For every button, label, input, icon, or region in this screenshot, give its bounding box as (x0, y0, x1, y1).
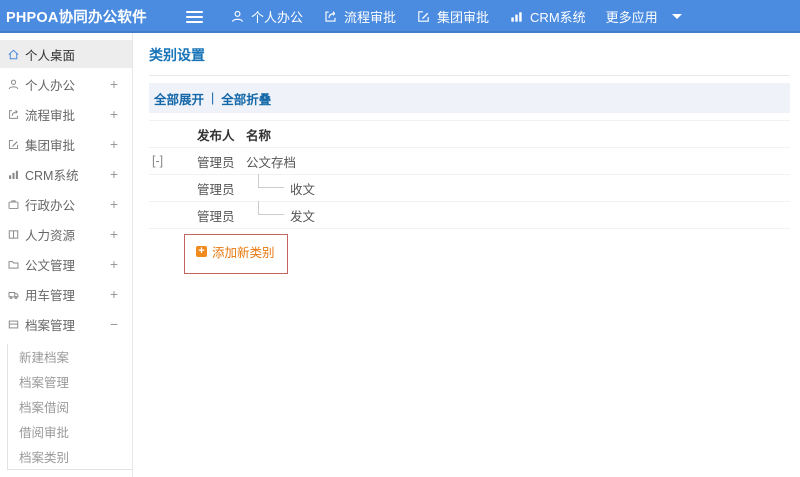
add-category-label: 添加新类别 (212, 246, 275, 260)
user-icon (7, 78, 20, 91)
main-content: 类别设置 全部展开 | 全部折叠 发布人 名称 [-] 管理员 公文存档 管理员… (133, 33, 800, 477)
expand-toggle[interactable]: + (110, 257, 118, 271)
sidebar-subitem-archive-borrow[interactable]: 档案借阅 (8, 394, 132, 419)
sidebar-item-label: 集团审批 (25, 138, 76, 153)
top-nav: 个人办公 流程审批 集团审批 CRM系统 更多应用 (230, 7, 702, 26)
edit-icon (7, 138, 20, 151)
publisher-cell: 管理员 (197, 182, 235, 197)
sidebar-item-label: 人力资源 (25, 228, 76, 243)
expand-toggle[interactable]: + (110, 77, 118, 91)
bar-chart-icon (7, 168, 20, 181)
sidebar-item-personal-office[interactable]: 个人办公 + (0, 70, 132, 98)
publisher-cell: 管理员 (197, 155, 235, 170)
toolbar-separator: | (211, 91, 215, 105)
sidebar-item-workflow-approval[interactable]: 流程审批 + (0, 100, 132, 128)
table-row: 管理员 收文 (149, 174, 790, 202)
flow-icon (323, 9, 338, 24)
expand-toggle[interactable]: + (110, 287, 118, 301)
column-header-name: 名称 (246, 128, 272, 143)
sidebar-subitem-borrow-approval[interactable]: 借阅审批 (8, 419, 132, 444)
expand-toggle[interactable]: + (110, 227, 118, 241)
sidebar-item-hr[interactable]: 人力资源 + (0, 220, 132, 248)
nav-item-more-apps[interactable]: 更多应用 (606, 7, 682, 26)
expand-all-link[interactable]: 全部展开 (154, 89, 204, 108)
category-table: 发布人 名称 [-] 管理员 公文存档 管理员 收文 管理员 发文 (149, 120, 790, 229)
sidebar-item-personal-desktop[interactable]: 个人桌面 (0, 40, 132, 68)
caret-down-icon (671, 14, 682, 19)
sidebar-item-admin-office[interactable]: 行政办公 + (0, 190, 132, 218)
name-cell: 收文 (246, 174, 790, 198)
sidebar-item-crm[interactable]: CRM系统 + (0, 160, 132, 188)
name-cell: 公文存档 (246, 155, 297, 170)
top-header: PHPOA协同办公软件 个人办公 流程审批 集团审批 CRM系统 更多应用 (0, 0, 800, 33)
collapse-all-link[interactable]: 全部折叠 (221, 89, 271, 108)
sidebar-item-label: 个人桌面 (25, 48, 76, 63)
sidebar-item-label: 档案管理 (25, 318, 76, 333)
nav-item-label: 个人办公 (251, 10, 304, 25)
table-header-row: 发布人 名称 (149, 121, 790, 148)
nav-item-label: CRM系统 (530, 10, 586, 25)
table-row: 管理员 发文 (149, 201, 790, 229)
tree-toolbar: 全部展开 | 全部折叠 (149, 83, 790, 113)
nav-item-label: 更多应用 (605, 10, 658, 25)
archive-icon (7, 318, 20, 331)
sidebar-subitem-new-archive[interactable]: 新建档案 (8, 344, 132, 369)
truck-icon (7, 288, 20, 301)
name-cell: 发文 (246, 201, 790, 225)
flow-icon (7, 108, 20, 121)
tree-connector-line (258, 174, 284, 188)
sidebar-item-label: 流程审批 (25, 108, 76, 123)
plus-icon: + (196, 246, 207, 257)
page-title: 类别设置 (149, 45, 790, 76)
archive-submenu: 新建档案 档案管理 档案借阅 借阅审批 档案类别 (7, 344, 132, 470)
user-icon (230, 9, 245, 24)
table-row: [-] 管理员 公文存档 (149, 148, 790, 175)
nav-item-crm[interactable]: CRM系统 (509, 7, 586, 26)
collapse-toggle[interactable]: − (110, 317, 118, 331)
nav-item-group-approval[interactable]: 集团审批 (416, 7, 489, 26)
highlight-annotation-box: + 添加新类别 (184, 234, 288, 274)
book-icon (7, 228, 20, 241)
publisher-cell: 管理员 (197, 209, 235, 224)
nav-item-label: 流程审批 (344, 10, 397, 25)
home-icon (7, 48, 20, 61)
tree-connector-line (258, 201, 284, 215)
sidebar-subitem-archive-mgmt[interactable]: 档案管理 (8, 369, 132, 394)
folder-icon (7, 258, 20, 271)
nav-item-workflow-approval[interactable]: 流程审批 (323, 7, 396, 26)
sidebar-item-vehicle-mgmt[interactable]: 用车管理 + (0, 280, 132, 308)
sidebar-item-label: 个人办公 (25, 78, 76, 93)
sidebar-item-label: CRM系统 (25, 168, 79, 183)
column-header-publisher: 发布人 (197, 128, 235, 143)
add-category-button[interactable]: + 添加新类别 (196, 242, 287, 261)
sidebar-item-label: 公文管理 (25, 258, 76, 273)
expand-toggle[interactable]: + (110, 167, 118, 181)
briefcase-icon (7, 198, 20, 211)
nav-item-label: 集团审批 (437, 10, 490, 25)
expand-toggle[interactable]: + (110, 107, 118, 121)
nav-item-personal-office[interactable]: 个人办公 (230, 7, 303, 26)
sidebar: 个人桌面 个人办公 + 流程审批 + 集团审批 + CRM系统 + 行政办公 + (0, 33, 133, 477)
sidebar-item-archive-mgmt[interactable]: 档案管理 − (0, 310, 132, 338)
expand-toggle[interactable]: + (110, 137, 118, 151)
sidebar-subitem-archive-category[interactable]: 档案类别 (8, 444, 132, 469)
sidebar-item-document-mgmt[interactable]: 公文管理 + (0, 250, 132, 278)
bar-chart-icon (509, 9, 524, 24)
sidebar-item-label: 行政办公 (25, 198, 76, 213)
app-logo: PHPOA协同办公软件 (6, 10, 147, 26)
row-collapse-toggle[interactable]: [-] (149, 154, 197, 168)
menu-toggle-icon[interactable] (186, 8, 206, 26)
sidebar-item-group-approval[interactable]: 集团审批 + (0, 130, 132, 158)
edit-icon (416, 9, 431, 24)
expand-toggle[interactable]: + (110, 197, 118, 211)
sidebar-item-label: 用车管理 (25, 288, 76, 303)
